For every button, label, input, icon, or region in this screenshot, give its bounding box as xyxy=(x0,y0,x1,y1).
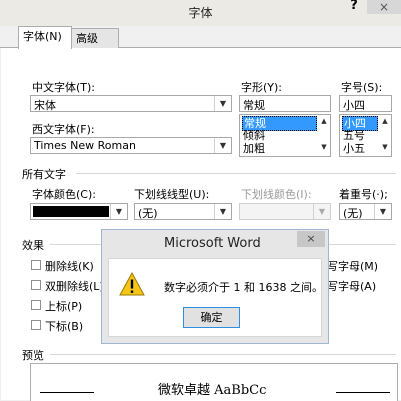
emphasis-value: (无) xyxy=(343,207,363,220)
chevron-down-icon[interactable]: ▼ xyxy=(110,204,127,219)
superscript-label: 上标(P) xyxy=(45,300,83,313)
chevron-down-icon[interactable]: ▼ xyxy=(214,204,231,219)
close-icon: × xyxy=(306,232,316,245)
underline-type-value: (无) xyxy=(138,207,158,220)
strikethrough-checkbox[interactable] xyxy=(31,260,41,270)
subscript-checkbox[interactable] xyxy=(31,320,41,330)
small-caps-label: 写字母(M) xyxy=(327,260,379,273)
emphasis-combo[interactable]: (无) ▼ xyxy=(339,203,392,220)
all-text-group-title: 所有文字 xyxy=(22,168,66,181)
dialog-title: 字体 xyxy=(188,6,213,20)
size-value: 小四 xyxy=(343,99,365,112)
message-box-close-button[interactable]: × xyxy=(297,231,325,247)
double-strikethrough-checkbox[interactable] xyxy=(31,280,41,290)
tab-advanced[interactable]: 高级(V) xyxy=(71,28,119,65)
message-box-title: Microsoft Word xyxy=(164,236,261,251)
list-item[interactable]: 倾斜 xyxy=(242,129,265,142)
underline-color-combo: ▼ xyxy=(239,203,331,220)
preview-sample: 微软卓越 AaBbCc xyxy=(158,383,267,398)
double-strikethrough-label: 双删除线(L) xyxy=(45,280,104,293)
chevron-down-icon[interactable]: ▼ xyxy=(214,96,231,111)
style-input[interactable]: 常规 xyxy=(239,95,331,112)
font-color-combo[interactable]: ▼ xyxy=(30,203,128,220)
color-swatch xyxy=(33,206,109,217)
scroll-up-icon[interactable]: ▲ xyxy=(318,117,330,125)
all-caps-label: 写字母(A) xyxy=(327,280,377,293)
size-input[interactable]: 小四 xyxy=(339,95,392,112)
style-value: 常规 xyxy=(243,99,265,112)
size-label: 字号(S): xyxy=(341,81,383,94)
scroll-down-icon[interactable]: ▼ xyxy=(318,143,330,151)
chevron-down-icon: ▼ xyxy=(313,204,330,219)
tab-font[interactable]: 字体(N) xyxy=(18,26,72,49)
scroll-down-icon[interactable]: ▼ xyxy=(379,143,391,151)
style-listbox[interactable]: 常规 倾斜 加粗 ▲ ▼ xyxy=(239,114,331,157)
tab-font-label: 字体(N) xyxy=(23,30,62,43)
chevron-down-icon[interactable]: ▼ xyxy=(214,138,231,153)
underline-type-combo[interactable]: (无) ▼ xyxy=(134,203,232,220)
subscript-label: 下标(B) xyxy=(45,320,84,333)
western-font-label: 西文字体(F): xyxy=(32,123,95,136)
list-item[interactable]: 小五 xyxy=(342,142,365,155)
effects-group-title: 效果 xyxy=(22,239,44,252)
preview-baseline-right xyxy=(336,392,390,393)
font-color-label: 字体颜色(C): xyxy=(32,188,96,201)
warning-icon xyxy=(119,272,145,296)
chinese-font-label: 中文字体(T): xyxy=(32,81,96,94)
western-font-value: Times New Roman xyxy=(34,139,136,152)
ok-button[interactable]: 确定 xyxy=(183,307,240,328)
list-item[interactable]: 加粗 xyxy=(242,142,265,155)
chinese-font-value: 宋体 xyxy=(34,99,56,112)
preview-baseline-left xyxy=(40,392,94,393)
preview-group-title: 预览 xyxy=(22,349,44,362)
message-text: 数字必须介于 1 和 1638 之间。 xyxy=(164,281,323,294)
help-button[interactable]: ? xyxy=(344,0,364,13)
divider xyxy=(76,173,396,174)
superscript-checkbox[interactable] xyxy=(31,300,41,310)
strikethrough-label: 删除线(K) xyxy=(45,260,94,273)
size-listbox[interactable]: 小四 五号 小五 ▲ ▼ xyxy=(339,114,392,157)
chevron-down-icon[interactable]: ▼ xyxy=(374,204,391,219)
divider xyxy=(50,354,396,355)
underline-color-label: 下划线颜色(I): xyxy=(241,188,312,201)
western-font-combo[interactable]: Times New Roman ▼ xyxy=(30,137,232,154)
close-button[interactable]: × xyxy=(367,0,401,14)
list-item[interactable]: 五号 xyxy=(342,129,365,142)
close-icon: × xyxy=(378,0,390,14)
underline-type-label: 下划线线型(U): xyxy=(134,188,210,201)
chinese-font-combo[interactable]: 宋体 ▼ xyxy=(30,95,232,112)
scroll-up-icon[interactable]: ▲ xyxy=(379,117,391,125)
style-label: 字形(Y): xyxy=(241,81,283,94)
emphasis-label: 着重号(·); xyxy=(339,188,388,201)
